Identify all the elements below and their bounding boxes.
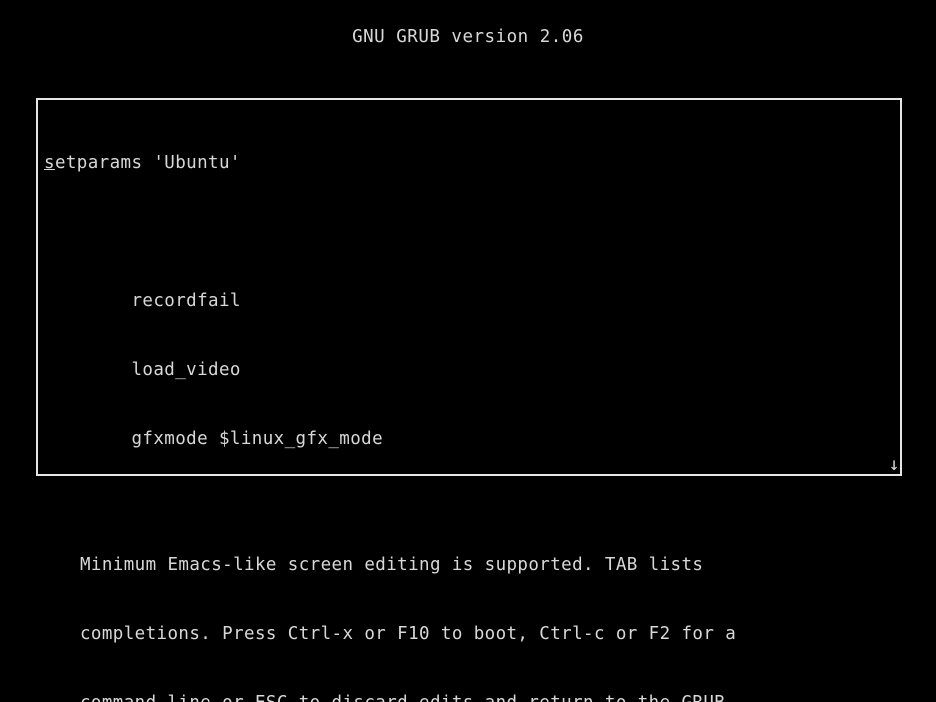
help-line: completions. Press Ctrl-x or F10 to boot… <box>80 623 860 646</box>
edit-line[interactable]: gfxmode $linux_gfx_mode <box>44 428 894 451</box>
edit-line[interactable]: load_video <box>44 359 894 382</box>
grub-title: GNU GRUB version 2.06 <box>0 0 936 49</box>
cursor-char: s <box>44 153 55 173</box>
scroll-down-icon: ↓ <box>889 453 900 476</box>
edit-line[interactable]: setparams 'Ubuntu' <box>44 152 894 175</box>
grub-screen: GNU GRUB version 2.06 setparams 'Ubuntu'… <box>0 0 936 702</box>
edit-line[interactable] <box>44 221 894 244</box>
edit-line-text: etparams 'Ubuntu' <box>55 153 241 173</box>
grub-edit-box[interactable]: setparams 'Ubuntu' recordfail load_video… <box>36 98 902 476</box>
help-line: command-line or ESC to discard edits and… <box>80 692 860 702</box>
help-line: Minimum Emacs-like screen editing is sup… <box>80 554 860 577</box>
grub-edit-content[interactable]: setparams 'Ubuntu' recordfail load_video… <box>44 106 894 476</box>
edit-line[interactable]: recordfail <box>44 290 894 313</box>
grub-help-text: Minimum Emacs-like screen editing is sup… <box>80 508 860 702</box>
